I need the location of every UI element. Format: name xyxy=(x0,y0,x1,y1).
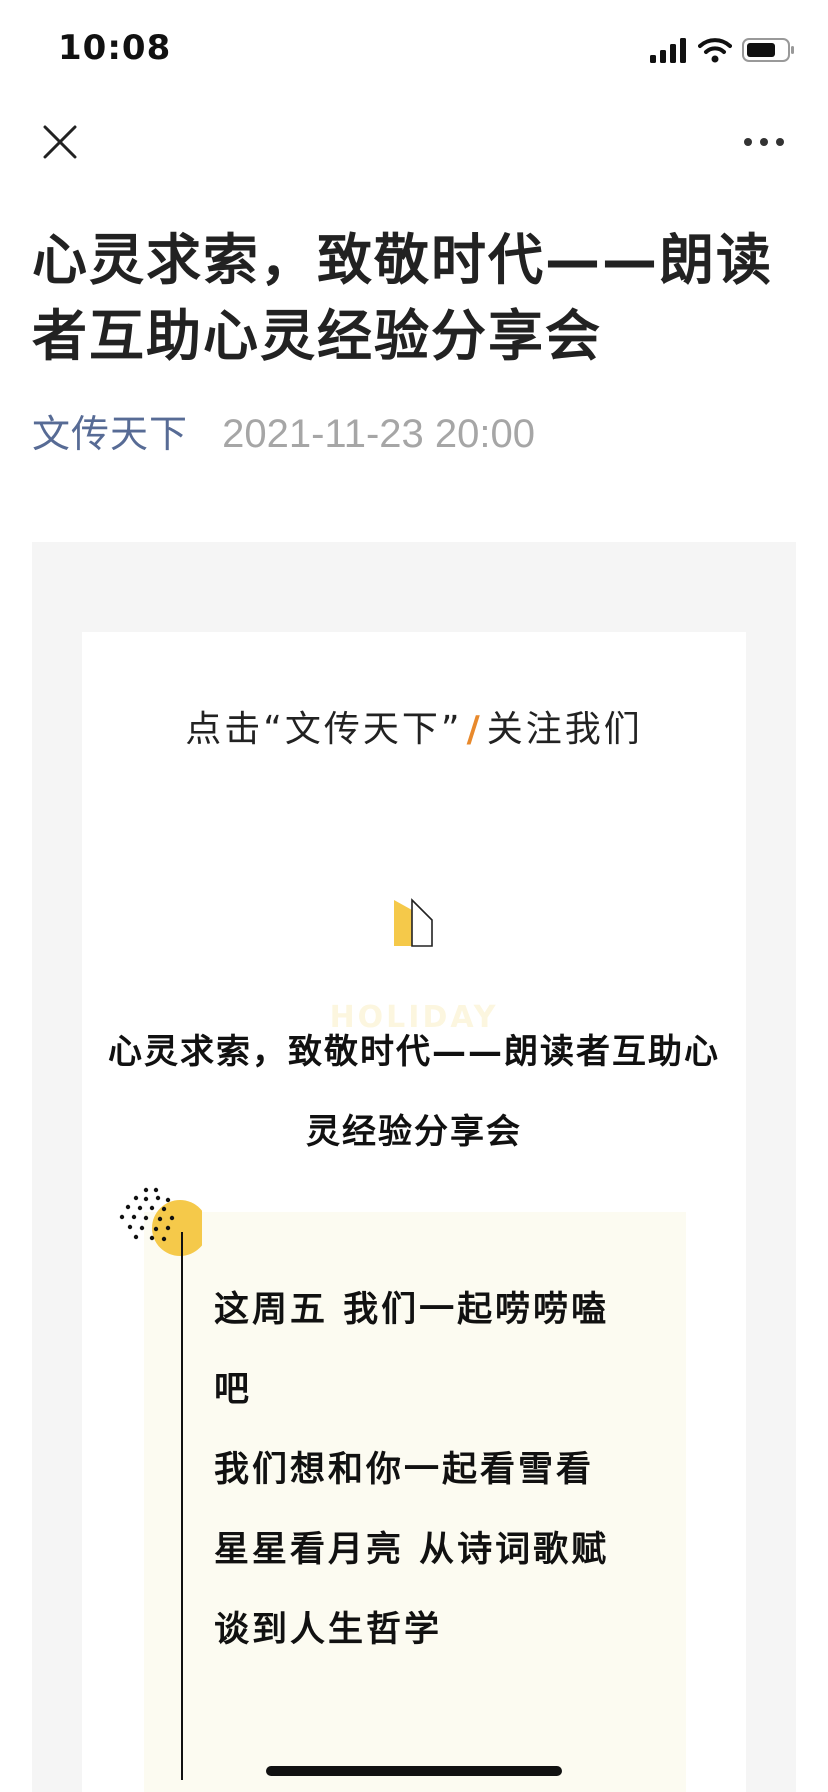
cellular-signal-icon xyxy=(650,38,686,63)
more-dots-icon xyxy=(760,138,768,146)
publish-date: 2021-11-23 20:00 xyxy=(222,412,535,456)
status-time: 10:08 xyxy=(58,28,172,68)
body-text: 这周五 我们一起唠唠嗑 吧 我们想和你一起看雪看 星星看月亮 从诗词歌赋 谈到人… xyxy=(214,1270,634,1670)
more-dots-icon xyxy=(776,138,784,146)
body-line: 我们想和你一起看雪看 xyxy=(214,1450,595,1490)
inner-title: 心灵求索，致敬时代——朗读者互助心灵经验分享会 xyxy=(108,1032,720,1152)
follow-slash: / xyxy=(466,709,483,750)
battery-icon xyxy=(742,38,794,62)
more-dots-icon xyxy=(744,138,752,146)
status-bar: 10:08 xyxy=(0,0,828,100)
follow-prompt[interactable]: 点击“文传天下” / 关注我们 xyxy=(0,700,828,752)
body-line: 这周五 我们一起唠唠嗑 xyxy=(214,1290,610,1330)
article-meta: 文传天下 2021-11-23 20:00 xyxy=(32,408,535,460)
body-line: 星星看月亮 从诗词歌赋 xyxy=(214,1530,610,1570)
article-title: 心灵求索，致敬时代——朗读者互助心灵经验分享会 xyxy=(32,228,774,368)
wifi-icon xyxy=(698,38,732,63)
body-line: 谈到人生哲学 xyxy=(214,1610,443,1650)
follow-prefix: 点击“文传天下” xyxy=(185,709,463,750)
author-link[interactable]: 文传天下 xyxy=(32,412,188,456)
status-icons xyxy=(650,34,796,66)
close-button[interactable] xyxy=(36,118,84,166)
decorative-logo-icon xyxy=(394,898,433,947)
timeline-line xyxy=(181,1232,183,1780)
nav-bar xyxy=(0,100,828,200)
close-icon xyxy=(43,125,77,159)
home-indicator[interactable] xyxy=(266,1766,562,1776)
follow-suffix: 关注我们 xyxy=(486,709,643,750)
dotted-circle-decoration-icon xyxy=(119,1187,202,1256)
body-line: 吧 xyxy=(214,1370,253,1410)
more-button[interactable] xyxy=(736,122,792,162)
